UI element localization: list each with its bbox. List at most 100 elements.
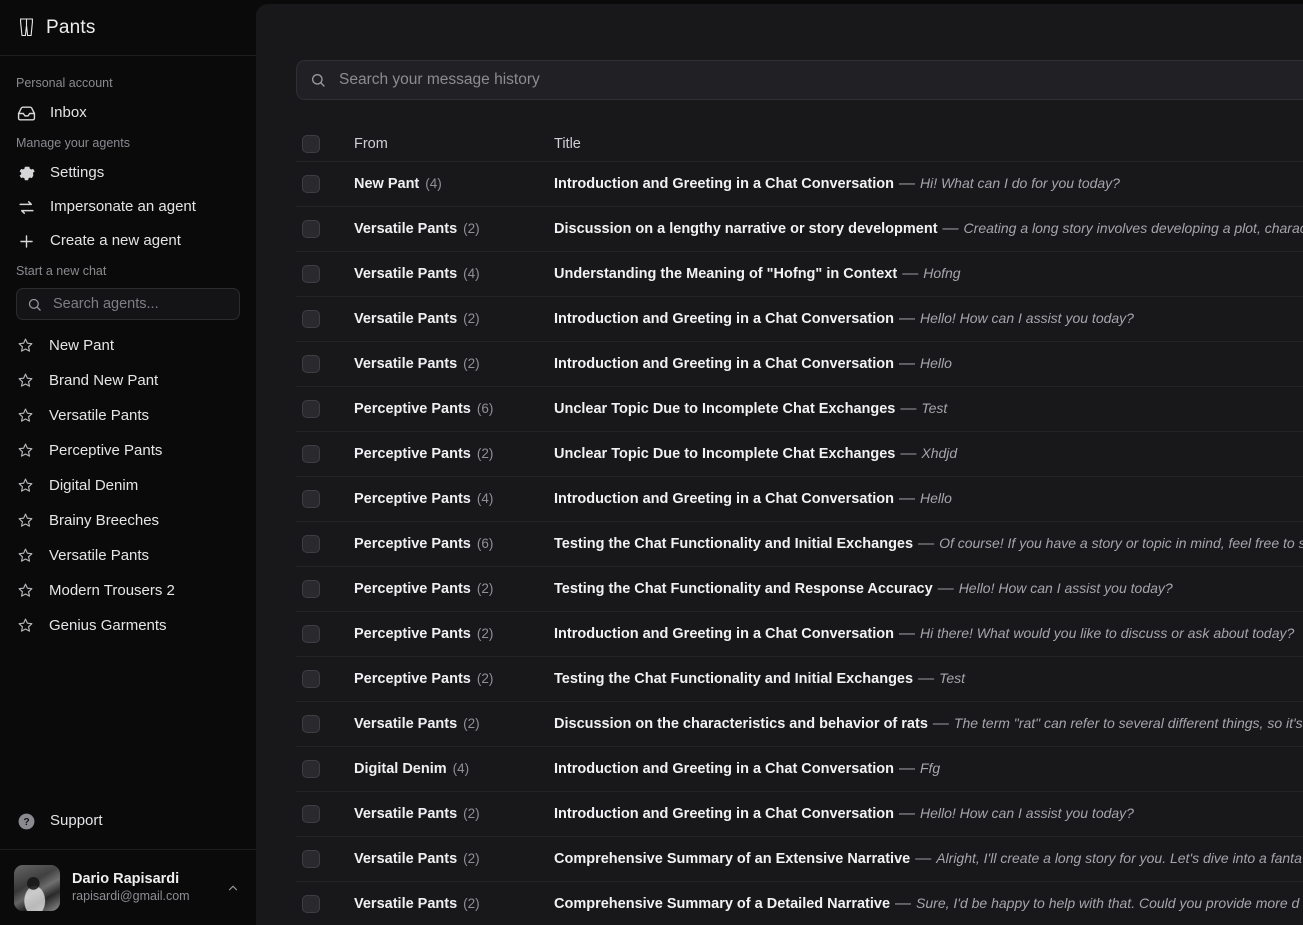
row-title: Introduction and Greeting in a Chat Conv… [554, 761, 894, 777]
row-title: Discussion on a lengthy narrative or sto… [554, 221, 938, 237]
agent-item-new-pant[interactable]: New Pant [0, 328, 256, 363]
row-checkbox[interactable] [302, 760, 320, 778]
agent-item-brainy-breeches[interactable]: Brainy Breeches [0, 503, 256, 538]
agent-label: New Pant [49, 337, 114, 354]
message-search[interactable] [296, 60, 1303, 100]
column-header-from[interactable]: From [354, 136, 554, 152]
app-root: Pants Personal account Inbox Manage your… [0, 0, 1303, 925]
row-preview: Of course! If you have a story or topic … [939, 535, 1303, 551]
row-title-separator: — [900, 445, 916, 462]
row-title-cell: Discussion on the characteristics and be… [554, 715, 1303, 733]
agent-item-brand-new-pant[interactable]: Brand New Pant [0, 363, 256, 398]
sidebar-item-impersonate[interactable]: Impersonate an agent [0, 190, 256, 224]
sidebar-item-inbox[interactable]: Inbox [0, 96, 256, 130]
row-select-cell [302, 760, 354, 778]
row-title: Introduction and Greeting in a Chat Conv… [554, 176, 894, 192]
user-account-button[interactable]: Dario Rapisardi rapisardi@gmail.com [0, 849, 256, 925]
search-agents-input[interactable] [51, 295, 242, 313]
table-row[interactable]: Versatile Pants(2)Introduction and Greet… [296, 792, 1303, 837]
row-checkbox[interactable] [302, 445, 320, 463]
row-checkbox[interactable] [302, 535, 320, 553]
brand-name: Pants [46, 17, 96, 39]
agent-item-digital-denim[interactable]: Digital Denim [0, 468, 256, 503]
table-row[interactable]: Versatile Pants(2)Introduction and Greet… [296, 342, 1303, 387]
row-from-cell: Versatile Pants(2) [354, 895, 554, 913]
table-row[interactable]: Perceptive Pants(6)Unclear Topic Due to … [296, 387, 1303, 432]
row-preview: Sure, I'd be happy to help with that. Co… [916, 895, 1299, 911]
sidebar-item-settings[interactable]: Settings [0, 156, 256, 190]
table-row[interactable]: Perceptive Pants(6)Testing the Chat Func… [296, 522, 1303, 567]
row-checkbox[interactable] [302, 895, 320, 913]
row-checkbox[interactable] [302, 715, 320, 733]
row-checkbox[interactable] [302, 805, 320, 823]
table-row[interactable]: New Pant(4)Introduction and Greeting in … [296, 162, 1303, 207]
select-all-cell [302, 135, 354, 153]
row-title-separator: — [938, 580, 954, 597]
column-header-title[interactable]: Title [554, 136, 1303, 152]
section-label-new-chat: Start a new chat [0, 258, 256, 284]
row-checkbox[interactable] [302, 265, 320, 283]
row-message-count: (2) [477, 626, 494, 641]
agent-list: New Pant Brand New Pant Versatile Pants … [0, 328, 256, 643]
user-name: Dario Rapisardi [72, 870, 212, 888]
row-select-cell [302, 895, 354, 913]
row-checkbox[interactable] [302, 490, 320, 508]
row-title-separator: — [918, 535, 934, 552]
agent-search[interactable] [16, 288, 240, 320]
row-checkbox[interactable] [302, 850, 320, 868]
row-from-name: Perceptive Pants [354, 446, 471, 462]
table-row[interactable]: Versatile Pants(2)Comprehensive Summary … [296, 837, 1303, 882]
row-title-separator: — [933, 715, 949, 732]
agent-item-genius-garments[interactable]: Genius Garments [0, 608, 256, 643]
sidebar-item-create-agent[interactable]: Create a new agent [0, 224, 256, 258]
row-checkbox[interactable] [302, 580, 320, 598]
agent-item-modern-trousers-2[interactable]: Modern Trousers 2 [0, 573, 256, 608]
table-row[interactable]: Versatile Pants(2)Introduction and Greet… [296, 297, 1303, 342]
row-title: Understanding the Meaning of "Hofng" in … [554, 266, 897, 282]
row-checkbox[interactable] [302, 310, 320, 328]
plus-icon [16, 231, 36, 251]
select-all-checkbox[interactable] [302, 135, 320, 153]
row-checkbox[interactable] [302, 625, 320, 643]
row-title-cell: Discussion on a lengthy narrative or sto… [554, 220, 1303, 238]
row-title: Testing the Chat Functionality and Initi… [554, 536, 913, 552]
table-row[interactable]: Versatile Pants(4)Understanding the Mean… [296, 252, 1303, 297]
row-message-count: (2) [477, 671, 494, 686]
table-row[interactable]: Versatile Pants(2)Discussion on the char… [296, 702, 1303, 747]
row-checkbox[interactable] [302, 670, 320, 688]
user-meta: Dario Rapisardi rapisardi@gmail.com [72, 870, 212, 904]
sidebar-bottom: ? Support Dario Rapisardi rapisardi@gmai… [0, 802, 256, 925]
row-from-cell: Versatile Pants(2) [354, 355, 554, 373]
agent-item-perceptive-pants[interactable]: Perceptive Pants [0, 433, 256, 468]
row-title-cell: Introduction and Greeting in a Chat Conv… [554, 355, 1303, 373]
row-from-name: Perceptive Pants [354, 536, 471, 552]
table-row[interactable]: Perceptive Pants(2)Unclear Topic Due to … [296, 432, 1303, 477]
row-select-cell [302, 850, 354, 868]
table-row[interactable]: Versatile Pants(2)Discussion on a length… [296, 207, 1303, 252]
row-title-separator: — [899, 760, 915, 777]
row-checkbox[interactable] [302, 355, 320, 373]
main-inner: From Title New Pant(4)Introduction and G… [256, 4, 1303, 925]
row-checkbox[interactable] [302, 175, 320, 193]
row-checkbox[interactable] [302, 400, 320, 418]
chevron-up-icon[interactable] [224, 881, 242, 895]
main-content: From Title New Pant(4)Introduction and G… [256, 4, 1303, 925]
row-select-cell [302, 400, 354, 418]
table-header: From Title [296, 126, 1303, 162]
row-select-cell [302, 220, 354, 238]
sidebar-item-support[interactable]: ? Support [0, 802, 256, 849]
table-row[interactable]: Perceptive Pants(2)Introduction and Gree… [296, 612, 1303, 657]
table-row[interactable]: Perceptive Pants(2)Testing the Chat Func… [296, 567, 1303, 612]
search-message-history-input[interactable] [337, 70, 1303, 90]
brand-header[interactable]: Pants [0, 0, 256, 56]
row-preview: Hello! How can I assist you today? [920, 805, 1134, 821]
agent-item-versatile-pants[interactable]: Versatile Pants [0, 398, 256, 433]
row-from-cell: Perceptive Pants(6) [354, 535, 554, 553]
row-checkbox[interactable] [302, 220, 320, 238]
table-row[interactable]: Perceptive Pants(2)Testing the Chat Func… [296, 657, 1303, 702]
table-row[interactable]: Digital Denim(4)Introduction and Greetin… [296, 747, 1303, 792]
table-row[interactable]: Perceptive Pants(4)Introduction and Gree… [296, 477, 1303, 522]
agent-item-versatile-pants-2[interactable]: Versatile Pants [0, 538, 256, 573]
table-row[interactable]: Versatile Pants(2)Comprehensive Summary … [296, 882, 1303, 925]
row-message-count: (4) [463, 266, 480, 281]
